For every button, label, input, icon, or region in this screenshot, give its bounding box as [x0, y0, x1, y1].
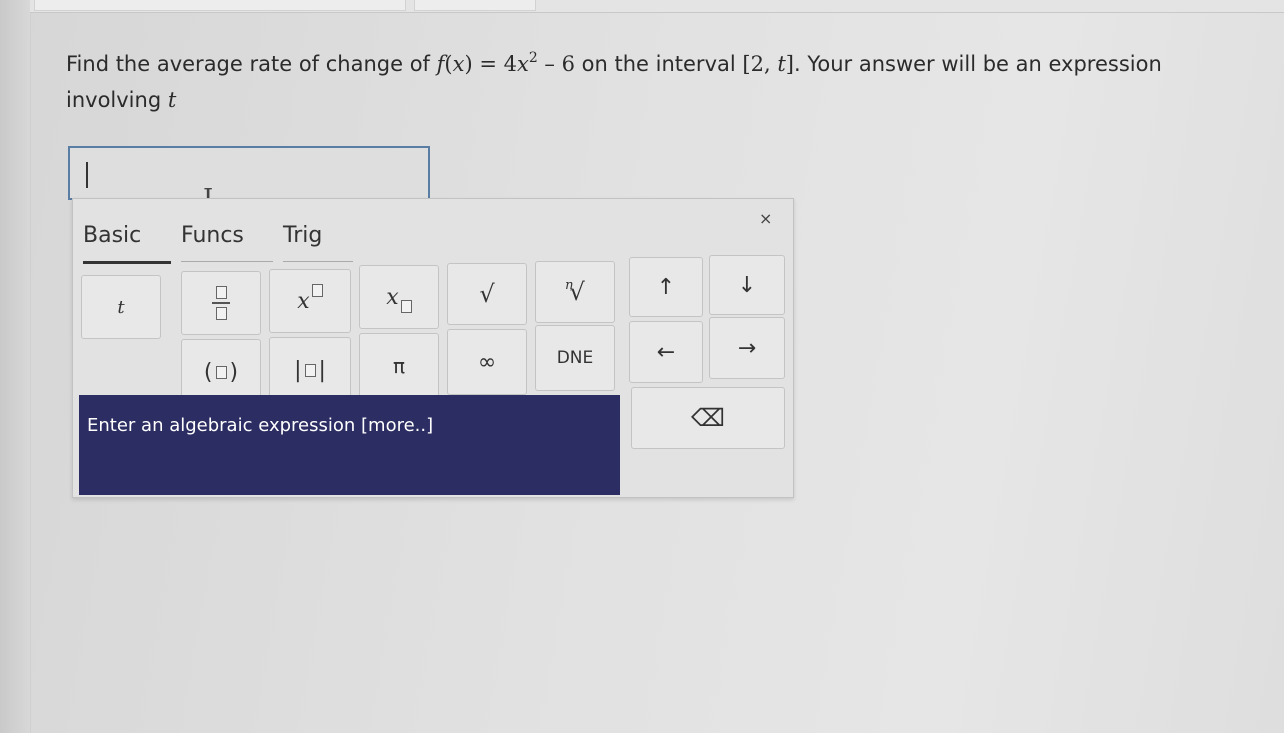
- question-line-1: Find the average rate of change of f(x) …: [66, 40, 1256, 82]
- question-line-2: involving t: [66, 82, 1256, 118]
- exponent-button[interactable]: x: [269, 269, 351, 333]
- tab-basic[interactable]: Basic: [83, 223, 171, 264]
- help-more-link[interactable]: [more..]: [361, 415, 433, 436]
- key-label: (: [203, 359, 213, 385]
- question-prefix: Find the average rate of change of: [66, 52, 437, 76]
- bracket: [: [742, 52, 751, 76]
- placeholder-box: [304, 363, 316, 377]
- arrow-left-icon: ←: [656, 339, 676, 365]
- infinity-button[interactable]: ∞: [447, 329, 527, 395]
- tab-label: Funcs: [181, 223, 244, 248]
- question-line2-prefix: involving: [66, 88, 168, 112]
- backspace-icon: ⌫: [691, 404, 725, 432]
- close-icon[interactable]: ×: [759, 209, 772, 228]
- key-label: ): [229, 359, 239, 385]
- arrow-down-button[interactable]: ↓: [709, 255, 785, 315]
- placeholder-box: [311, 283, 323, 297]
- placeholder-box: [215, 365, 227, 379]
- interval-end: t: [777, 52, 786, 76]
- help-text: Enter an algebraic expression: [87, 415, 356, 436]
- interval-start: 2: [750, 52, 764, 76]
- arrow-up-icon: ↑: [656, 274, 676, 300]
- placeholder-box: [215, 307, 227, 320]
- arrow-down-icon: ↓: [737, 272, 757, 298]
- key-label: x: [386, 284, 399, 310]
- comma: ,: [763, 52, 778, 76]
- answer-input[interactable]: [68, 146, 430, 200]
- pi-button[interactable]: π: [359, 333, 439, 399]
- fraction-bar: [212, 302, 230, 304]
- constant: 6: [561, 52, 575, 76]
- left-window-edge: [0, 0, 31, 733]
- fraction-icon: [212, 286, 230, 320]
- key-label: |: [318, 357, 326, 383]
- key-label: ∞: [477, 349, 497, 375]
- key-label: t: [117, 296, 125, 318]
- absolute-value-button[interactable]: | |: [269, 337, 351, 403]
- function-expression: f(x) = 4x2 – 6: [437, 50, 575, 76]
- arrow-right-button[interactable]: →: [709, 317, 785, 379]
- square-root-button[interactable]: √: [447, 263, 527, 325]
- sqrt-icon: √: [479, 280, 495, 308]
- function-variable: x: [452, 52, 465, 76]
- help-bar: Enter an algebraic expression [more..]: [79, 395, 620, 495]
- question-suffix: . Your answer will be an expression: [793, 52, 1162, 76]
- subscript-button[interactable]: x: [359, 265, 439, 329]
- question-mid: on the interval: [574, 52, 743, 76]
- backspace-button[interactable]: ⌫: [631, 387, 785, 449]
- key-label: DNE: [556, 348, 594, 368]
- nth-root-button[interactable]: n √: [535, 261, 615, 323]
- minus-sign: –: [544, 52, 555, 76]
- question-text: Find the average rate of change of f(x) …: [66, 40, 1256, 118]
- text-caret: [86, 162, 88, 188]
- arrow-right-icon: →: [737, 335, 757, 361]
- interval: [2, t]: [742, 52, 794, 76]
- key-label: π: [392, 354, 406, 378]
- tab-label: Trig: [283, 223, 323, 248]
- exponent: 2: [528, 50, 538, 66]
- fraction-button[interactable]: [181, 271, 261, 335]
- coefficient: 4: [503, 52, 517, 76]
- variable-t-button[interactable]: t: [81, 275, 161, 339]
- top-tab-segment: [414, 0, 536, 11]
- bracket: ]: [785, 52, 794, 76]
- nth-root-icon: √: [569, 278, 585, 306]
- arrow-up-button[interactable]: ↑: [629, 257, 703, 317]
- top-toolbar-strip: [30, 0, 1284, 13]
- paren: (: [444, 52, 453, 76]
- top-tab-segment: [34, 0, 406, 11]
- equals-sign: =: [472, 52, 504, 76]
- arrow-left-button[interactable]: ←: [629, 321, 703, 383]
- placeholder-box: [215, 286, 227, 299]
- paren: ): [464, 52, 473, 76]
- question-variable-t: t: [167, 88, 177, 112]
- tab-funcs[interactable]: Funcs: [181, 223, 273, 262]
- variable: x: [516, 52, 529, 76]
- dne-button[interactable]: DNE: [535, 325, 615, 391]
- placeholder-box: [400, 299, 412, 313]
- key-label: |: [294, 357, 302, 383]
- key-label: x: [297, 288, 310, 314]
- math-palette: × Basic Funcs Trig t x x √ n √ ↑ ↓ () | | …: [72, 198, 794, 498]
- tab-trig[interactable]: Trig: [283, 223, 353, 262]
- tab-label: Basic: [83, 223, 142, 248]
